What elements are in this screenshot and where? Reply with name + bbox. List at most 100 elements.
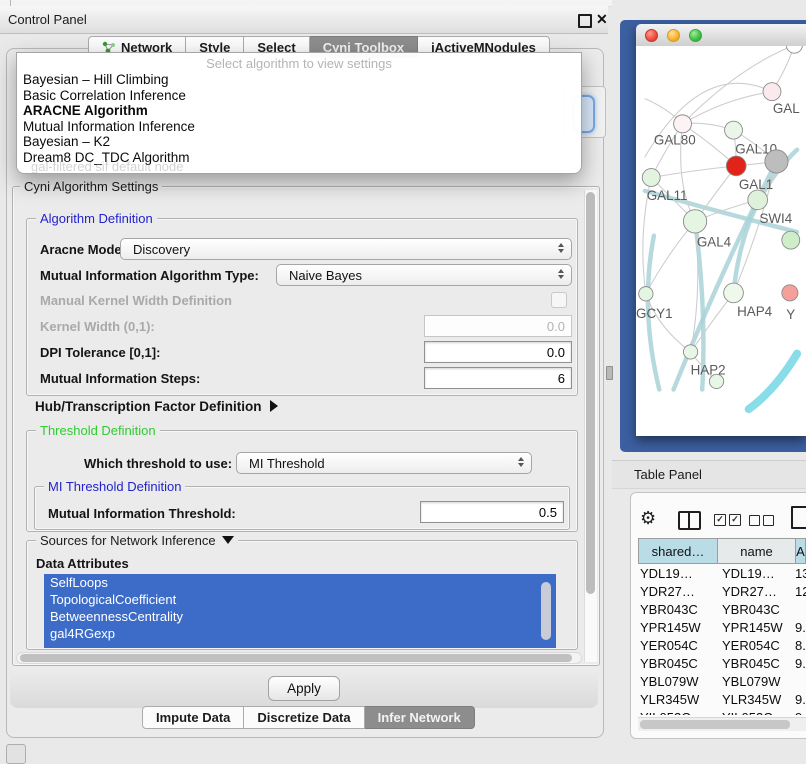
hub-definition-toggle[interactable]: Hub/Transcription Factor Definition: [35, 399, 278, 414]
table-row[interactable]: YIL052CYIL052C9: [638, 710, 806, 715]
network-node[interactable]: [782, 285, 798, 301]
list-scrollbar-thumb[interactable]: [541, 582, 551, 640]
sources-group-title[interactable]: Sources for Network Inference: [36, 533, 238, 548]
network-node[interactable]: [726, 156, 746, 176]
aracne-mode-select[interactable]: Discovery: [120, 238, 572, 260]
network-node[interactable]: [709, 374, 723, 388]
attribute-list-item[interactable]: SelfLoops: [44, 574, 556, 591]
column-header-shared-name[interactable]: shared…: [638, 538, 718, 564]
close-traffic-light-icon[interactable]: [645, 29, 658, 42]
table-row[interactable]: YDR27…YDR27…12: [638, 584, 806, 602]
network-node[interactable]: [683, 345, 697, 359]
apply-button[interactable]: Apply: [268, 676, 340, 701]
network-node[interactable]: [724, 283, 744, 303]
table-cell: YPR145W: [640, 620, 701, 635]
dropdown-item[interactable]: Basic Correlation Inference: [21, 88, 577, 104]
network-node[interactable]: [763, 83, 781, 101]
table-cell: 13: [795, 566, 806, 581]
network-edge[interactable]: [646, 221, 695, 293]
table-cell: YDR27…: [640, 584, 695, 599]
threshold-definition-title: Threshold Definition: [36, 423, 160, 438]
deselect-all-checkbox-icon[interactable]: [749, 515, 760, 526]
algorithm-definition-title: Algorithm Definition: [36, 211, 157, 226]
select-all-checkbox-icon[interactable]: ✓: [714, 514, 726, 526]
docked-panel-button[interactable]: [6, 744, 26, 764]
table-row[interactable]: YPR145WYPR145W9.: [638, 620, 806, 638]
dpi-tolerance-label: DPI Tolerance [0,1]:: [40, 345, 160, 360]
network-edge[interactable]: [749, 354, 797, 409]
table-cell: 9.: [795, 656, 806, 671]
gear-icon[interactable]: ⚙: [640, 508, 656, 529]
attribute-list-item[interactable]: gal4RGexp: [44, 625, 556, 642]
show-columns-icon[interactable]: [678, 511, 701, 530]
settings-horizontal-scrollbar[interactable]: [16, 652, 582, 664]
network-node[interactable]: [642, 169, 660, 187]
table-row[interactable]: YBR043CYBR043C: [638, 602, 806, 620]
network-node[interactable]: [765, 150, 788, 173]
attribute-list-item[interactable]: TopologicalCoefficient: [44, 591, 556, 608]
settings-vscroll-thumb[interactable]: [586, 192, 595, 594]
network-node[interactable]: [683, 210, 706, 233]
settings-hscroll-thumb[interactable]: [20, 654, 572, 662]
float-window-icon[interactable]: [578, 14, 592, 28]
which-threshold-select[interactable]: MI Threshold: [236, 452, 532, 474]
column-header-clipped[interactable]: A: [796, 538, 806, 564]
table-row[interactable]: YBR045CYBR045C9.: [638, 656, 806, 674]
close-icon[interactable]: ✕: [596, 11, 608, 28]
dpi-tolerance-field[interactable]: 0.0: [424, 341, 572, 363]
which-threshold-label: Which threshold to use:: [84, 456, 232, 471]
algorithm-dropdown[interactable]: Select algorithm to view settings Bayesi…: [16, 52, 582, 174]
minimize-traffic-light-icon[interactable]: [667, 29, 680, 42]
network-canvas[interactable]: GALGAL80GAL10GAL1GAL11SWI4GAL4GCY1HAP4YH…: [636, 46, 806, 436]
network-node-label: Y: [786, 307, 795, 322]
network-node[interactable]: [748, 190, 768, 210]
mi-threshold-group-title: MI Threshold Definition: [44, 479, 185, 494]
data-attributes-list[interactable]: SelfLoopsTopologicalCoefficientBetweenne…: [44, 574, 556, 648]
export-table-icon[interactable]: [791, 506, 806, 529]
table-rows[interactable]: YDL19…YDL19…13YDR27…YDR27…12YBR043CYBR04…: [638, 566, 806, 715]
table-row[interactable]: YER054CYER054C8.: [638, 638, 806, 656]
network-node[interactable]: [639, 287, 653, 301]
dropdown-placeholder: Select algorithm to view settings: [17, 56, 581, 71]
mi-threshold-field[interactable]: 0.5: [420, 501, 564, 523]
select-arrows-icon: [518, 457, 524, 467]
column-header-name[interactable]: name: [718, 538, 796, 564]
tab-discretize-data[interactable]: Discretize Data: [244, 706, 364, 729]
deselect-all-checkbox-icon[interactable]: [763, 515, 774, 526]
dropdown-item[interactable]: Bayesian – Hill Climbing: [21, 72, 577, 88]
network-window-titlebar[interactable]: [636, 24, 806, 47]
network-node[interactable]: [782, 231, 800, 249]
network-node[interactable]: [725, 121, 743, 139]
table-cell: YPR145W: [722, 620, 783, 635]
tab-impute-data[interactable]: Impute Data: [142, 706, 244, 729]
table-cell: YLR345W: [722, 692, 781, 707]
kernel-width-field[interactable]: 0.0: [424, 315, 572, 337]
network-node[interactable]: [786, 46, 802, 53]
settings-vertical-scrollbar[interactable]: [584, 190, 597, 662]
table-cell: YIL052C: [640, 710, 691, 715]
mi-steps-label: Mutual Information Steps:: [40, 371, 200, 386]
tab-infer-network[interactable]: Infer Network: [365, 706, 475, 729]
dropdown-item[interactable]: ARACNE Algorithm: [21, 103, 577, 119]
control-panel-titlebar: Control Panel ✕: [0, 6, 608, 34]
split-pane-handle[interactable]: [606, 366, 613, 380]
table-cell: YER054C: [640, 638, 698, 653]
dropdown-item[interactable]: Bayesian – K2: [21, 134, 577, 150]
table-horizontal-scrollbar[interactable]: [638, 717, 806, 731]
network-node[interactable]: [674, 115, 692, 133]
dropdown-item[interactable]: Mutual Information Inference: [21, 119, 577, 135]
table-row[interactable]: YDL19…YDL19…13: [638, 566, 806, 584]
select-arrows-icon: [558, 243, 564, 253]
mi-algorithm-type-label: Mutual Information Algorithm Type:: [40, 268, 259, 283]
attribute-list-item[interactable]: BetweennessCentrality: [44, 608, 556, 625]
mi-steps-field[interactable]: 6: [424, 367, 572, 389]
zoom-traffic-light-icon[interactable]: [689, 29, 702, 42]
table-row[interactable]: YLR345WYLR345W9.: [638, 692, 806, 710]
table-cell: YIL052C: [722, 710, 773, 715]
select-all-checkbox-icon[interactable]: ✓: [729, 514, 741, 526]
mi-algorithm-type-select[interactable]: Naive Bayes: [276, 264, 572, 286]
table-hscroll-thumb[interactable]: [640, 720, 790, 729]
network-edge[interactable]: [651, 166, 736, 178]
table-row[interactable]: YBL079WYBL079W: [638, 674, 806, 692]
manual-kernel-width-checkbox[interactable]: [551, 292, 567, 308]
